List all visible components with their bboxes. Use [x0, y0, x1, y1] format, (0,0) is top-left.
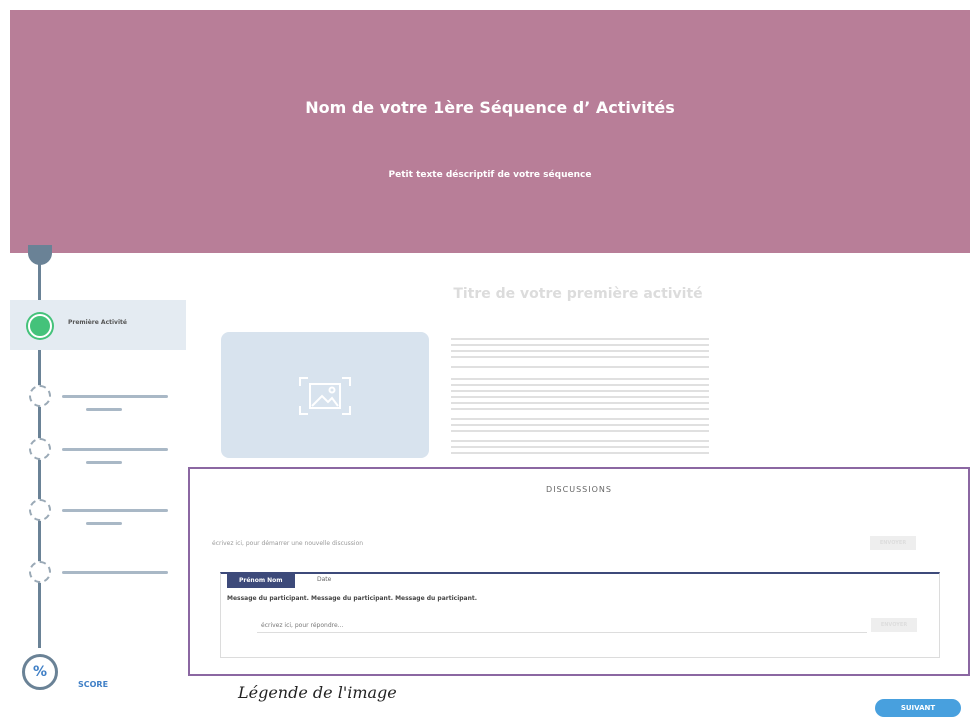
send-discussion-button[interactable]: ENVOYER	[870, 536, 916, 550]
app-root: Nom de votre 1ère Séquence d’ Activités …	[0, 0, 970, 719]
reply-input[interactable]: écrivez ici, pour répondre...	[261, 622, 343, 629]
text-placeholder-line	[451, 402, 709, 404]
thread-message: Message du participant. Message du parti…	[227, 595, 478, 602]
new-discussion-input[interactable]: écrivez ici, pour démarrer une nouvelle …	[212, 540, 363, 547]
text-placeholder-line	[451, 452, 709, 454]
sequence-description: Petit texte déscriptif de votre séquence	[388, 170, 592, 180]
image-icon	[299, 377, 351, 415]
text-placeholder-line	[451, 396, 709, 398]
sidebar-item-active[interactable]: Première Activité	[10, 300, 186, 350]
text-placeholder-line	[451, 408, 709, 410]
send-reply-button[interactable]: ENVOYER	[871, 618, 917, 632]
pending-step-icon	[29, 438, 51, 460]
image-placeholder	[221, 332, 429, 458]
sequence-header: Nom de votre 1ère Séquence d’ Activités …	[10, 10, 970, 253]
text-placeholder-line	[451, 344, 709, 346]
text-placeholder-line	[451, 350, 709, 352]
next-button[interactable]: SUIVANT	[875, 699, 961, 717]
text-placeholder-line	[451, 384, 709, 386]
text-placeholder-line	[451, 390, 709, 392]
discussion-panel: DISCUSSIONS écrivez ici, pour démarrer u…	[188, 467, 970, 676]
thread-date: Date	[317, 576, 332, 583]
step-placeholder-line	[86, 522, 122, 525]
text-placeholder-line	[451, 378, 709, 380]
score-icon[interactable]: %	[22, 654, 58, 690]
text-placeholder-line	[451, 430, 709, 432]
step-placeholder-line	[86, 461, 122, 464]
text-placeholder-line	[451, 356, 709, 358]
text-placeholder-line	[451, 418, 709, 420]
text-placeholder-line	[451, 424, 709, 426]
discussion-thread: Prénom Nom Date Message du participant. …	[220, 572, 940, 658]
sequence-title: Nom de votre 1ère Séquence d’ Activités	[305, 98, 675, 117]
image-caption: Légende de l'image	[238, 683, 397, 702]
pending-step-icon	[29, 385, 51, 407]
text-placeholder-line	[451, 446, 709, 448]
pending-step-icon	[29, 561, 51, 583]
timeline-start-node	[28, 245, 52, 265]
reply-input-underline	[257, 632, 867, 633]
step-placeholder-line	[86, 408, 122, 411]
text-placeholder-line	[451, 338, 709, 340]
sidebar-item-label: Première Activité	[68, 319, 127, 326]
score-label[interactable]: SCORE	[78, 680, 108, 689]
step-placeholder-line	[62, 509, 168, 512]
text-placeholder-line	[451, 366, 709, 368]
text-placeholder-line	[451, 440, 709, 442]
active-step-icon	[28, 314, 52, 338]
activity-content: Titre de votre première activité DISCUSS…	[186, 253, 970, 719]
pending-step-icon	[29, 499, 51, 521]
discussion-title: DISCUSSIONS	[546, 485, 612, 494]
thread-author: Prénom Nom	[227, 574, 295, 588]
activity-sidebar: Première Activité % SCORE	[10, 245, 186, 719]
step-placeholder-line	[62, 448, 168, 451]
activity-title: Titre de votre première activité	[453, 286, 703, 302]
step-placeholder-line	[62, 395, 168, 398]
step-placeholder-line	[62, 571, 168, 574]
